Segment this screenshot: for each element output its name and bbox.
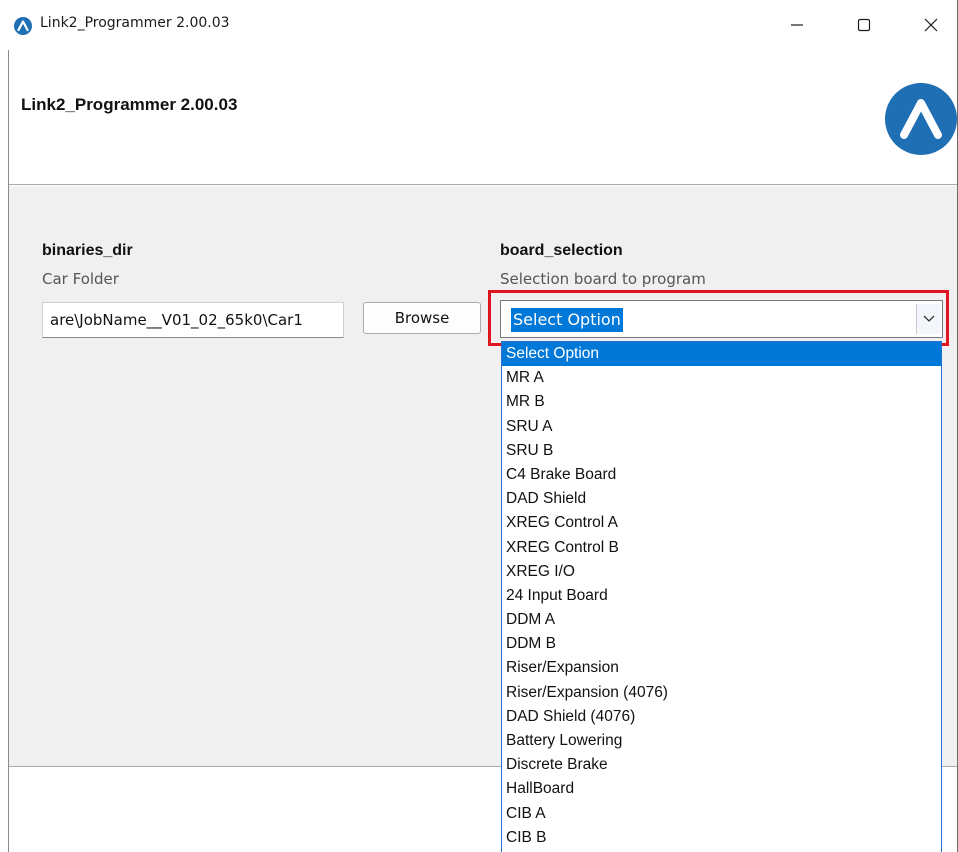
board-selection-sublabel: Selection board to program [500, 270, 706, 288]
app-logo-icon [14, 17, 32, 35]
dropdown-option[interactable]: SRU A [502, 415, 941, 439]
minimize-button[interactable] [769, 0, 825, 50]
dropdown-option[interactable]: DDM A [502, 608, 941, 632]
title-bar[interactable]: Link2_Programmer 2.00.03 [0, 0, 957, 50]
binaries-dir-label: binaries_dir [42, 242, 133, 259]
dropdown-option[interactable]: DDM B [502, 632, 941, 656]
board-options-list[interactable]: Select Option MR A MR B SRU A SRU B C4 Brake … [501, 341, 942, 852]
left-border [8, 50, 9, 852]
maximize-button[interactable] [836, 0, 892, 50]
dropdown-option[interactable]: 24 Input Board [502, 584, 941, 608]
dropdown-option[interactable]: Riser/Expansion [502, 656, 941, 680]
dropdown-option[interactable]: MR B [502, 390, 941, 414]
dropdown-option[interactable]: DAD Shield [502, 487, 941, 511]
dropdown-option[interactable]: Battery Lowering [502, 729, 941, 753]
minimize-icon [791, 24, 803, 26]
page-title: Link2_Programmer 2.00.03 [21, 95, 238, 114]
dropdown-option[interactable]: Select Option [502, 342, 941, 367]
chevron-down-icon[interactable] [916, 304, 940, 334]
binaries-dir-input[interactable]: are\JobName__V01_02_65k0\Car1 [42, 302, 344, 338]
browse-button[interactable]: Browse [363, 302, 481, 334]
dropdown-option[interactable]: XREG Control A [502, 511, 941, 535]
board-selection-label: board_selection [500, 242, 623, 259]
dropdown-option[interactable]: CIB B [502, 826, 941, 850]
dropdown-option[interactable]: XREG Control B [502, 536, 941, 560]
app-header: Link2_Programmer 2.00.03 [9, 50, 957, 185]
maximize-icon [857, 18, 871, 32]
app-window: Link2_Programmer 2.00.03 Link2_Programme… [0, 0, 958, 852]
close-icon [924, 18, 938, 32]
board-selection-select[interactable]: Select Option [500, 300, 943, 338]
car-folder-sublabel: Car Folder [42, 270, 119, 288]
dropdown-option[interactable]: SRU B [502, 439, 941, 463]
chevron-up-logo-icon [885, 83, 957, 155]
dropdown-option[interactable]: C4 Brake Board [502, 463, 941, 487]
dropdown-option[interactable]: Riser/Expansion (4076) [502, 681, 941, 705]
dropdown-option[interactable]: DAD Shield (4076) [502, 705, 941, 729]
dropdown-option[interactable]: MR A [502, 366, 941, 390]
close-button[interactable] [903, 0, 958, 50]
dropdown-option[interactable]: XREG I/O [502, 560, 941, 584]
dropdown-option[interactable]: Discrete Brake [502, 753, 941, 777]
dropdown-option[interactable]: CIB A [502, 802, 941, 826]
board-selection-value: Select Option [511, 308, 623, 332]
dropdown-option[interactable]: HallBoard [502, 777, 941, 801]
window-title: Link2_Programmer 2.00.03 [40, 15, 230, 31]
